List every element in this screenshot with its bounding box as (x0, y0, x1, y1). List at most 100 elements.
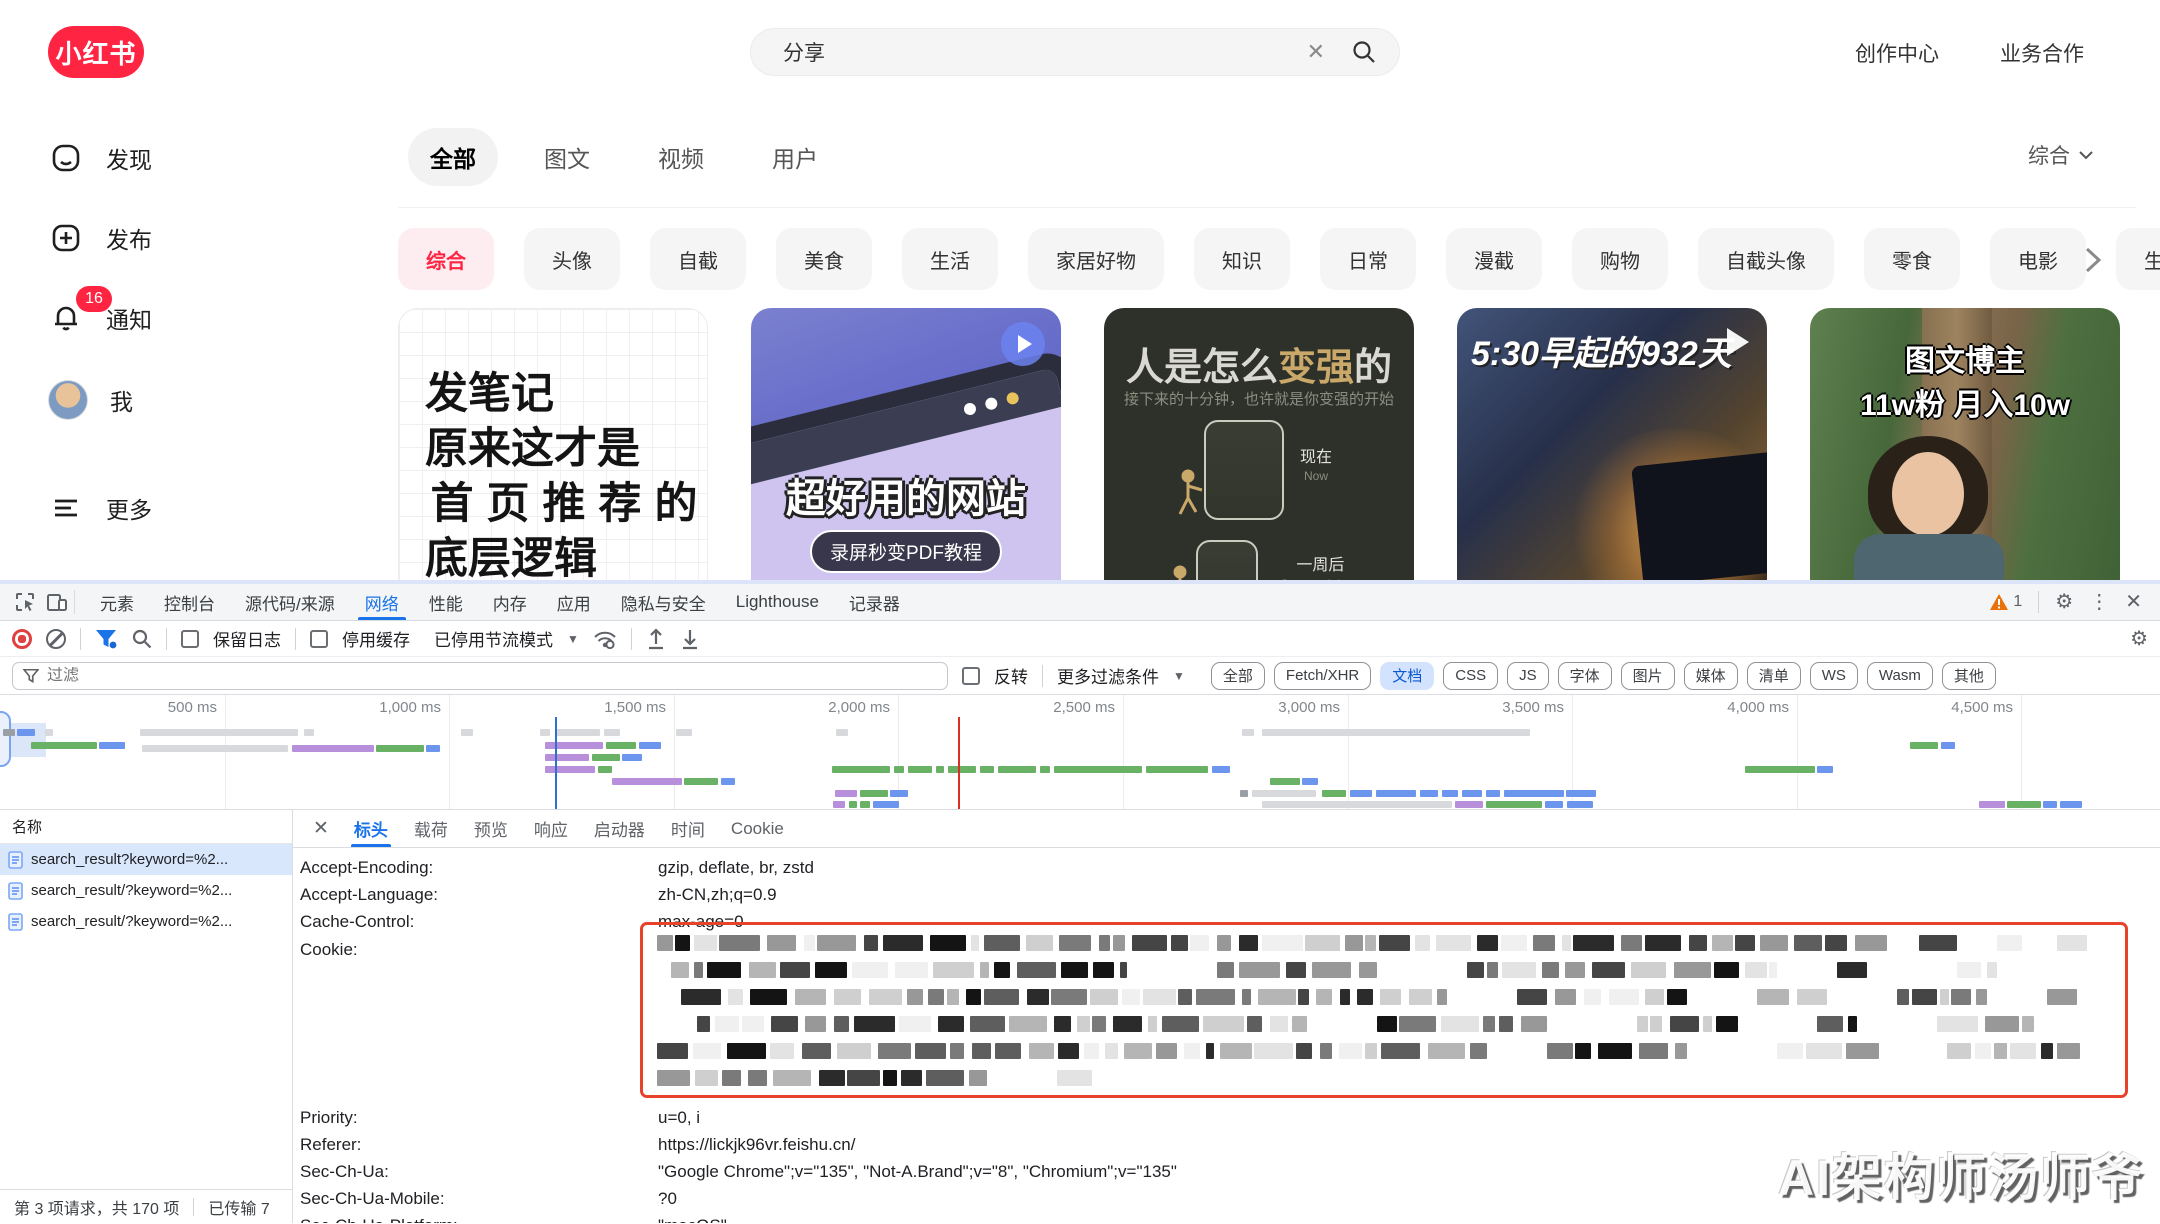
resource-type-chip[interactable]: 文档 (1380, 662, 1434, 690)
details-tab[interactable]: 启动器 (581, 810, 658, 847)
category-chip[interactable]: 美食 (776, 228, 872, 290)
category-chip[interactable]: 日常 (1320, 228, 1416, 290)
redaction-block (971, 935, 979, 951)
sidebar-item-discover[interactable]: 发现 (48, 140, 152, 176)
resource-type-chip[interactable]: 全部 (1211, 662, 1265, 690)
throttling-select[interactable]: 已停用节流模式 (434, 626, 553, 651)
request-list-header[interactable]: 名称 (0, 810, 292, 844)
resource-type-chip[interactable]: WS (1810, 662, 1858, 690)
sidebar-item-more[interactable]: 更多 (48, 490, 152, 526)
filter-input[interactable] (47, 667, 937, 685)
note-card-2-title: 超好用的网站 (751, 466, 1061, 524)
search-network-icon[interactable] (131, 628, 152, 649)
sidebar-item-publish[interactable]: 发布 (48, 220, 152, 256)
record-network-log-button[interactable] (12, 629, 32, 649)
details-tab[interactable]: 响应 (521, 810, 581, 847)
close-devtools-icon[interactable]: ✕ (2125, 592, 2142, 612)
devtools-tab[interactable]: 源代码/来源 (230, 584, 350, 620)
resource-type-chip[interactable]: CSS (1443, 662, 1498, 690)
request-row[interactable]: search_result/?keyword=%2... (0, 875, 292, 906)
clear-search-icon[interactable]: ✕ (1307, 39, 1325, 65)
network-settings-gear-icon[interactable]: ⚙ (2130, 629, 2148, 649)
category-chip[interactable]: 购物 (1572, 228, 1668, 290)
inspect-element-icon[interactable] (14, 591, 36, 613)
resource-type-chip[interactable]: Wasm (1867, 662, 1933, 690)
chips-scroll-right-icon[interactable] (2084, 246, 2102, 274)
resource-type-chip[interactable]: 图片 (1621, 662, 1675, 690)
devtools-tab[interactable]: 元素 (85, 584, 149, 620)
category-chip[interactable]: 自截 (650, 228, 746, 290)
note-card-1[interactable]: 发笔记 原来这才是 首页推荐的 底层逻辑 (398, 308, 708, 580)
resource-type-chip[interactable]: 媒体 (1684, 662, 1738, 690)
network-waterfall[interactable]: 500 ms1,000 ms1,500 ms2,000 ms2,500 ms3,… (0, 695, 2160, 810)
play-button-icon[interactable] (1001, 322, 1045, 366)
throttling-caret-icon[interactable]: ▼ (567, 632, 579, 646)
sidebar-item-me[interactable]: 我 (48, 380, 133, 420)
resource-type-chip[interactable]: 清单 (1747, 662, 1801, 690)
devtools-tab[interactable]: 应用 (542, 584, 606, 620)
category-chip[interactable]: 家居好物 (1028, 228, 1164, 290)
search-icon[interactable] (1351, 39, 1377, 65)
business-link[interactable]: 业务合作 (2000, 38, 2084, 68)
invert-filter-checkbox[interactable] (962, 667, 980, 685)
filter-funnel-icon[interactable] (95, 629, 117, 649)
details-tab[interactable]: 标头 (341, 810, 401, 847)
details-tab[interactable]: Cookie (718, 810, 797, 847)
creator-center-link[interactable]: 创作中心 (1855, 38, 1939, 68)
devtools-tab[interactable]: Lighthouse (721, 584, 834, 620)
category-chip[interactable]: 零食 (1864, 228, 1960, 290)
category-chip[interactable]: 漫截 (1446, 228, 1542, 290)
search-input[interactable] (783, 40, 1307, 64)
devtools-tab[interactable]: 记录器 (834, 584, 915, 620)
search-result-tab[interactable]: 图文 (522, 128, 612, 186)
note-card-3[interactable]: 人是怎么变强的 接下来的十分钟，也许就是你变强的开始 现在Now 一周后One … (1104, 308, 1414, 580)
device-toolbar-icon[interactable] (46, 591, 68, 613)
category-chip[interactable]: 自截头像 (1698, 228, 1834, 290)
request-row[interactable]: search_result?keyword=%2... (0, 844, 292, 875)
search-result-tab[interactable]: 视频 (636, 128, 726, 186)
details-tab[interactable]: 载荷 (401, 810, 461, 847)
search-result-tab[interactable]: 全部 (408, 128, 498, 186)
category-chip[interactable]: 生活好物 (2116, 228, 2160, 290)
more-filters-dropdown[interactable]: 更多过滤条件 (1057, 663, 1159, 688)
note-card-5[interactable]: 图文博主 11w粉 月入10w (1810, 308, 2120, 580)
devtools-tab[interactable]: 网络 (350, 584, 414, 620)
devtools-tab[interactable]: 内存 (478, 584, 542, 620)
note-card-4[interactable]: 5:30早起的932天 (1457, 308, 1767, 580)
category-chip[interactable]: 电影 (1990, 228, 2086, 290)
network-conditions-icon[interactable] (593, 629, 617, 649)
search-result-tab[interactable]: 用户 (750, 128, 840, 186)
devtools-tab[interactable]: 隐私与安全 (606, 584, 721, 620)
kebab-menu-icon[interactable]: ⋮ (2089, 592, 2109, 612)
note-card-2[interactable]: 超好用的网站 录屏秒变PDF教程 (751, 308, 1061, 580)
export-har-icon[interactable] (680, 628, 700, 650)
category-chip[interactable]: 知识 (1194, 228, 1290, 290)
devtools-tab[interactable]: 控制台 (149, 584, 230, 620)
more-filters-caret-icon[interactable]: ▼ (1173, 669, 1185, 683)
console-warning-indicator[interactable]: 1 (1990, 593, 2022, 611)
details-tab[interactable]: 时间 (658, 810, 718, 847)
redaction-block (1124, 1043, 1152, 1059)
settings-gear-icon[interactable]: ⚙ (2055, 592, 2073, 612)
category-chip[interactable]: 综合 (398, 228, 494, 290)
resource-type-chip[interactable]: Fetch/XHR (1274, 662, 1371, 690)
category-chip[interactable]: 头像 (524, 228, 620, 290)
resource-type-chip[interactable]: JS (1507, 662, 1549, 690)
redaction-block (864, 935, 878, 951)
xiaohongshu-logo[interactable]: 小红书 (48, 26, 144, 78)
resource-type-chip[interactable]: 其他 (1942, 662, 1996, 690)
resource-type-chip[interactable]: 字体 (1558, 662, 1612, 690)
timeline-grip[interactable] (0, 711, 11, 767)
preserve-log-checkbox[interactable] (181, 630, 199, 648)
details-tab[interactable]: 预览 (461, 810, 521, 847)
filter-input-box[interactable] (12, 662, 948, 690)
request-row[interactable]: search_result/?keyword=%2... (0, 906, 292, 937)
disable-cache-checkbox[interactable] (310, 630, 328, 648)
search-bar[interactable]: ✕ (750, 28, 1400, 76)
category-chip[interactable]: 生活 (902, 228, 998, 290)
clear-network-log-icon[interactable] (46, 629, 66, 649)
import-har-icon[interactable] (646, 628, 666, 650)
sort-dropdown[interactable]: 综合 (2028, 140, 2094, 170)
close-details-icon[interactable]: ✕ (305, 817, 337, 840)
devtools-tab[interactable]: 性能 (414, 584, 478, 620)
